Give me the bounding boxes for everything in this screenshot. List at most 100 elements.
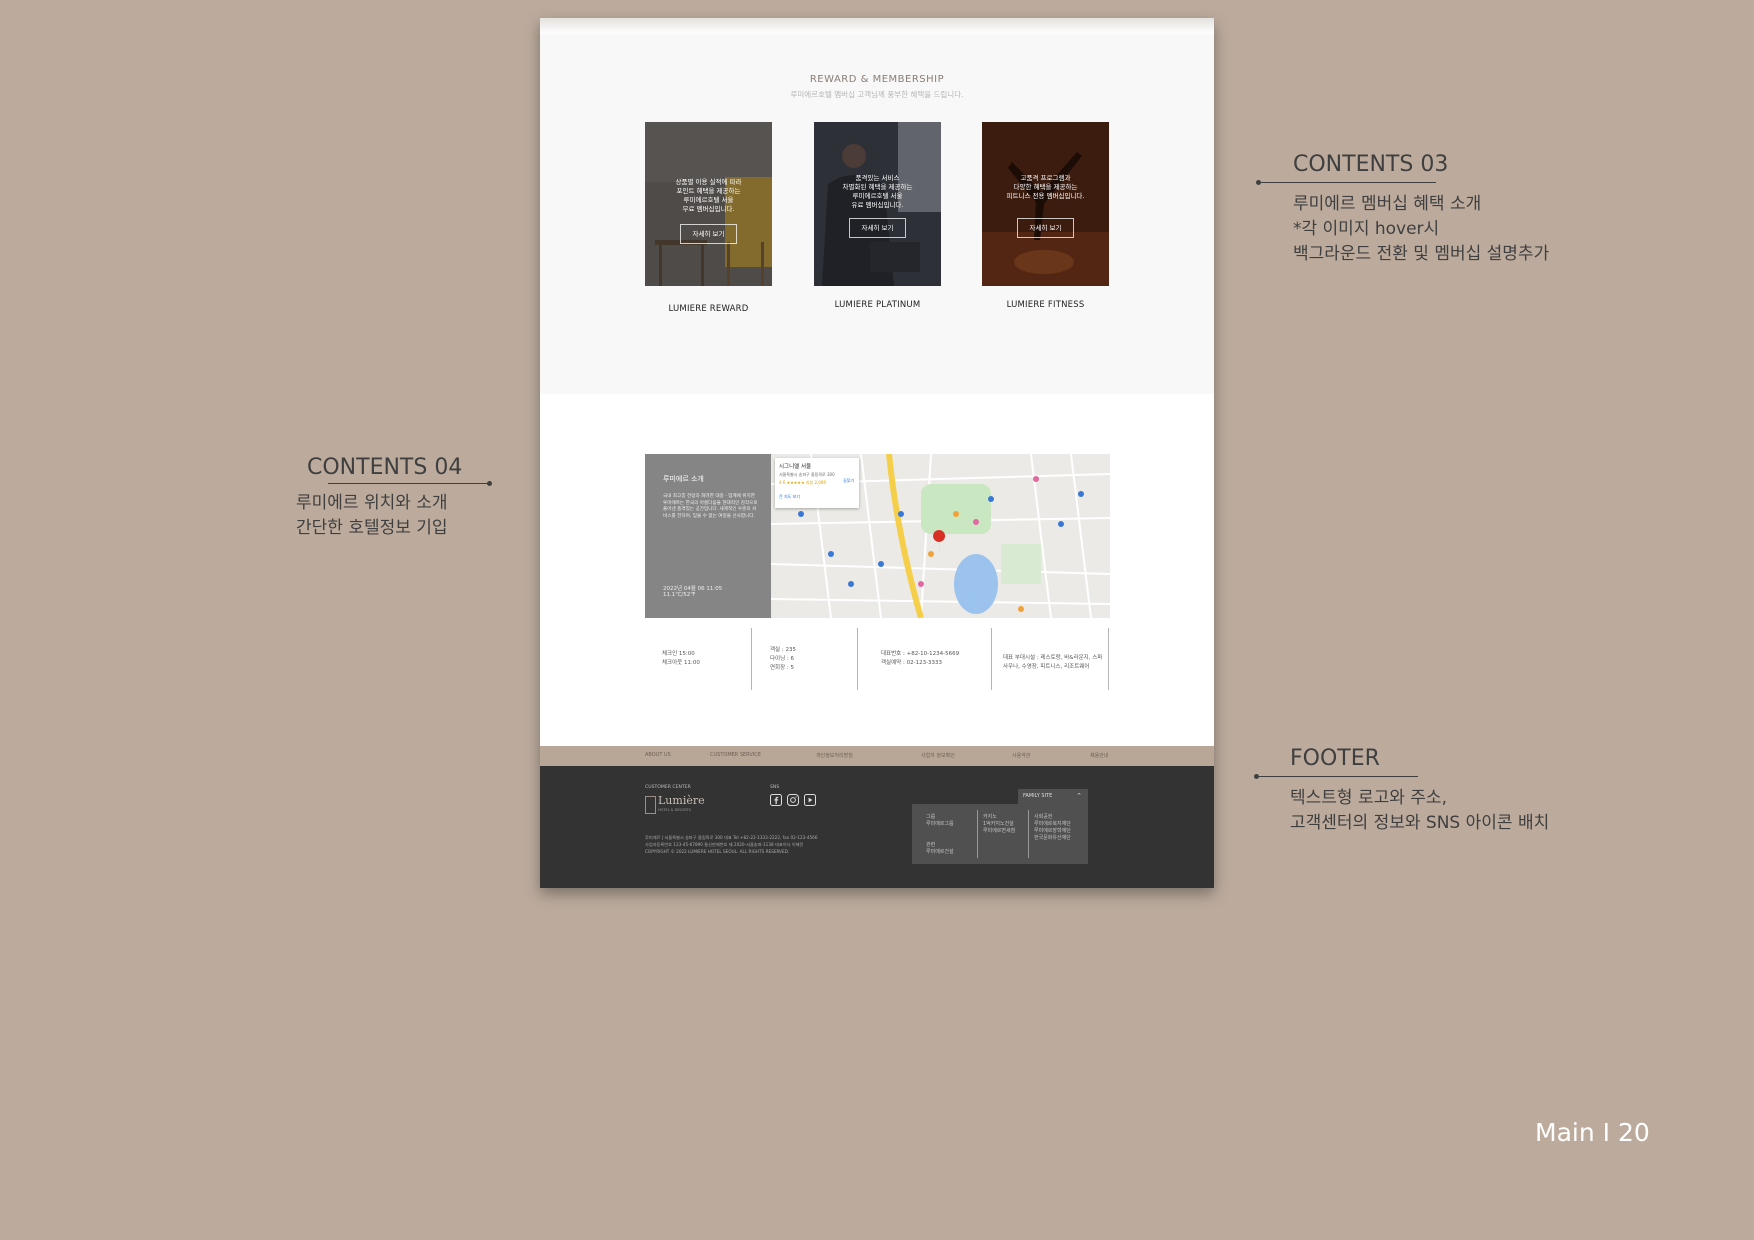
contents03-desc: 루미에르 멤버십 혜택 소개 *각 이미지 hover시 백그라운드 전환 및 … (1293, 192, 1549, 267)
info-line: 대표 부대시설 : 레스토랑, 바&라운지, 스파 (1003, 655, 1103, 661)
divider (1028, 810, 1029, 858)
footer-logo-sub: HOTEL & RESORTS (658, 808, 691, 812)
family-col: 카지노 1억카지노건설 루미에르면세점 (983, 814, 1015, 835)
fitness-card[interactable]: 고품격 프로그램과 다양한 혜택을 제공하는 피트니스 전용 멤버십입니다. 자… (982, 122, 1109, 286)
map-place-address: 서울특별시 송파구 올림픽로 300 (779, 472, 835, 477)
footer-nav-link[interactable]: 채용안내 (1090, 752, 1108, 759)
family-group-head: 사회공헌 (1034, 814, 1053, 820)
family-site-panel: 그룹 루미에르그룹 관련 루미에르건설 카지노 1억카지노건설 루미에르면세점 … (912, 804, 1088, 864)
divider (977, 810, 978, 858)
card-label[interactable]: LUMIERE PLATINUM (814, 300, 941, 310)
footer-nav-link[interactable]: 사용약관 (1012, 752, 1030, 759)
intro-title: 루미에르 소개 (663, 475, 704, 483)
annotation-line (1258, 182, 1436, 183)
family-link[interactable]: 1억카지노건설 (983, 821, 1015, 828)
contents04-title: CONTENTS 04 (307, 455, 463, 480)
instagram-icon[interactable] (787, 794, 799, 806)
footer-annotation-title: FOOTER (1290, 746, 1380, 771)
annotation-text: 루미에르 멤버십 혜택 소개 (1293, 194, 1482, 214)
annotation-text: 백그라운드 전환 및 멤버십 설명추가 (1293, 244, 1550, 264)
footer-annotation-desc: 텍스트형 로고와 주소, 고객센터의 정보와 SNS 아이콘 배치 (1290, 786, 1549, 836)
annotation-text: 간단한 호텔정보 기입 (296, 518, 448, 538)
card-label[interactable]: LUMIERE FITNESS (982, 300, 1109, 310)
family-site-label: FAMILY SITE (1023, 793, 1053, 799)
footer-main (540, 766, 1214, 888)
annotation-text: 텍스트형 로고와 주소, (1290, 788, 1447, 808)
map-info-card[interactable]: 시그니엘 서울 서울특별시 송파구 올림픽로 300 4.6 ★★★★★ 리뷰 … (775, 458, 859, 508)
info-line: 다이닝 : 6 (770, 656, 795, 662)
footer-business: 사업자등록번호 123-45-67890 통신판매번호 제 2020-서울송파-… (645, 842, 804, 847)
card-more-button[interactable]: 자세히 보기 (849, 218, 906, 238)
card-desc: 고품격 프로그램과 다양한 혜택을 제공하는 피트니스 전용 멤버십입니다. (1006, 174, 1085, 200)
footer-address: 루미에르 | 서울특별시 송파구 올림픽로 300 대표 Tel +82-22-… (645, 835, 818, 840)
card-more-button[interactable]: 자세히 보기 (1017, 218, 1074, 238)
intro-date: 2022년 04월 06 11:05 (663, 586, 723, 592)
reward-section: REWARD & MEMBERSHIP 루미에르호텔 멤버십 고객님께 풍부한 … (540, 18, 1214, 394)
reward-subtitle: 루미에르호텔 멤버십 고객님께 풍부한 혜택을 드립니다. (790, 90, 964, 99)
footer-nav-link[interactable]: 개인정보처리방침 (816, 752, 853, 759)
page-mockup: REWARD & MEMBERSHIP 루미에르호텔 멤버십 고객님께 풍부한 … (540, 18, 1214, 888)
footer-nav: ABOUT US CUSTOMER SERVICE 개인정보처리방침 사업자 정… (540, 746, 1214, 766)
divider (991, 628, 992, 690)
family-link[interactable]: 루미에르건설 (926, 849, 954, 856)
family-col: 사회공헌 루미에르복지재단 루미에르장학재단 한국문화유산재단 (1034, 814, 1071, 842)
card-desc: 품격있는 서비스 차별화된 혜택을 제공하는 루미에르호텔 서울 유료 멤버십입… (842, 174, 913, 209)
logo-mark-icon (645, 796, 656, 814)
family-link[interactable]: 한국문화유산재단 (1034, 835, 1071, 842)
card-label[interactable]: LUMIERE REWARD (645, 304, 772, 314)
map-place-name: 시그니엘 서울 (779, 464, 812, 470)
info-line: 객실 : 235 (770, 647, 796, 653)
info-line: 체크아웃 11:00 (662, 660, 700, 666)
platinum-card[interactable]: 품격있는 서비스 차별화된 혜택을 제공하는 루미에르호텔 서울 유료 멤버십입… (814, 122, 941, 286)
footer-copyright: COPYRIGHT © 2022 LUMIERE HOTEL SEOUL. AL… (645, 849, 790, 854)
annotation-dot (487, 481, 492, 486)
family-group-head: 그룹 (926, 814, 936, 820)
divider (857, 628, 858, 690)
intro-weather: 11.1℃/52℉ (663, 592, 696, 598)
footer-nav-link[interactable]: CUSTOMER SERVICE (710, 752, 761, 758)
family-link[interactable]: 루미에르면세점 (983, 828, 1015, 835)
map-larger-link[interactable]: 큰 지도 보기 (779, 494, 800, 500)
family-group-head: 관련 (926, 842, 936, 848)
facility-count-info: 객실 : 235 다이닝 : 6 연회장 : 5 (770, 646, 796, 708)
amenity-info: 대표 부대시설 : 레스토랑, 바&라운지, 스파 사우나, 수영장, 피트니스… (1003, 654, 1103, 716)
family-spacer (926, 835, 954, 842)
intro-desc: 국내 최고층 전망과 화려한 대중 · 업계에 위치한 루미에르는 한국의 아름… (663, 494, 758, 519)
youtube-icon[interactable] (804, 794, 816, 806)
annotation-text: *각 이미지 hover시 (1293, 219, 1440, 239)
map-directions-button[interactable]: 길찾기 (843, 478, 854, 484)
top-fade (540, 18, 1214, 34)
info-line: 연회장 : 5 (770, 665, 795, 671)
family-link[interactable]: 루미에르장학재단 (1034, 828, 1071, 835)
footer-logo[interactable]: Lumière (658, 794, 705, 807)
family-link[interactable]: 루미에르그룹 (926, 821, 954, 828)
family-link[interactable]: 루미에르복지재단 (1034, 821, 1071, 828)
annotation-text: 고객센터의 정보와 SNS 아이콘 배치 (1290, 813, 1550, 833)
family-spacer (926, 828, 954, 835)
contact-info: 대표번호 : +82-10-1234-5669 객실예약 : 02-123-33… (881, 650, 959, 712)
footer-nav-link[interactable]: ABOUT US (645, 752, 671, 758)
contents03-title: CONTENTS 03 (1293, 152, 1449, 177)
divider (1108, 628, 1109, 690)
facebook-icon[interactable] (770, 794, 782, 806)
info-line: 객실예약 : 02-123-3333 (881, 660, 943, 666)
info-line: 체크인 15:00 (662, 651, 695, 657)
divider (751, 628, 752, 690)
family-col: 그룹 루미에르그룹 관련 루미에르건설 (926, 814, 954, 856)
family-site-toggle[interactable]: FAMILY SITE ⌃ (1018, 789, 1088, 804)
contents04-desc: 루미에르 위치와 소개 간단한 호텔정보 기입 (296, 491, 448, 541)
reward-card[interactable]: 상품별 이용 실적에 따라 포인트 혜택을 제공하는 루미에르호텔 서울 무료 … (645, 122, 772, 286)
chevron-up-icon: ⌃ (1076, 792, 1082, 800)
footer-info: 루미에르 | 서울특별시 송파구 올림픽로 300 대표 Tel +82-22-… (645, 834, 818, 855)
card-desc: 상품별 이용 실적에 따라 포인트 혜택을 제공하는 루미에르호텔 서울 무료 … (675, 178, 742, 213)
reward-title: REWARD & MEMBERSHIP (809, 74, 945, 85)
fitness-photo (982, 122, 1109, 286)
footer-nav-link[interactable]: 사업자 정보확인 (921, 752, 955, 759)
google-map[interactable]: 시그니엘 서울 서울특별시 송파구 올림픽로 300 4.6 ★★★★★ 리뷰 … (771, 454, 1110, 618)
info-line: 대표번호 : +82-10-1234-5669 (881, 651, 960, 657)
annotation-text: 루미에르 위치와 소개 (296, 493, 448, 513)
card-more-button[interactable]: 자세히 보기 (680, 224, 737, 244)
hotel-intro-panel: 루미에르 소개 국내 최고층 전망과 화려한 대중 · 업계에 위치한 루미에르… (645, 454, 771, 618)
info-line: 사우나, 수영장, 피트니스, 리조트웨어 (1003, 664, 1090, 670)
checkin-info: 체크인 15:00 체크아웃 11:00 (662, 650, 700, 712)
